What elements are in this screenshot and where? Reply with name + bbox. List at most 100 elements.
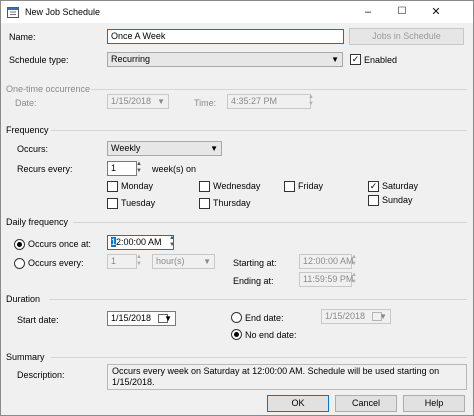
starting-at-spinner[interactable]: ▲ ▼ — [349, 254, 359, 269]
no-end-date-radio[interactable] — [231, 329, 242, 340]
occurs-every-spinner[interactable]: ▲ ▼ — [134, 254, 144, 269]
schedule-type-value: Recurring — [111, 54, 151, 64]
friday-label: Friday — [298, 181, 324, 191]
start-date-label: Start date: — [17, 315, 59, 325]
one-time-date-picker[interactable]: 1/15/2018 ▼ — [107, 94, 169, 109]
occurs-every-unit-value: hour(s) — [156, 256, 185, 266]
one-time-date-value: 1/15/2018 — [111, 96, 152, 106]
friday-checkbox[interactable] — [284, 181, 295, 192]
spin-down-icon: ▼ — [308, 101, 314, 107]
divider — [51, 357, 467, 358]
close-button[interactable]: ✕ — [421, 1, 451, 23]
occurs-once-spinner[interactable]: ▲ ▼ — [167, 235, 177, 250]
wednesday-label: Wednesday — [213, 181, 261, 191]
monday-label: Monday — [121, 181, 154, 191]
one-time-occurrence-heading: One-time occurrence — [6, 84, 91, 94]
thursday-checkbox[interactable] — [199, 198, 210, 209]
sunday-label: Sunday — [382, 195, 413, 205]
cancel-button[interactable]: Cancel — [335, 395, 397, 412]
jobs-in-schedule-button[interactable]: Jobs in Schedule — [349, 28, 464, 45]
starting-at-label: Starting at: — [233, 258, 277, 268]
start-date-picker[interactable]: 1/15/2018 ▼ — [107, 311, 176, 326]
enabled-checkbox[interactable]: ✓ — [350, 54, 361, 65]
occurs-every-unit-select[interactable]: hour(s) ▼ — [152, 254, 215, 269]
one-time-time-value: 4:35:27 PM — [231, 96, 278, 106]
occurs-every-input[interactable]: 1 — [107, 254, 137, 269]
one-time-time-input[interactable]: 4:35:27 PM — [227, 94, 311, 109]
occurs-once-label: Occurs once at: — [28, 239, 92, 249]
duration-heading: Duration — [6, 294, 41, 304]
occurs-value: Weekly — [111, 143, 141, 153]
description-label: Description: — [17, 370, 65, 380]
enabled-label: Enabled — [364, 55, 398, 65]
window-title: New Job Schedule — [25, 7, 101, 17]
help-button[interactable]: Help — [403, 395, 465, 412]
spin-up-icon: ▲ — [136, 161, 142, 167]
spin-down-icon: ▼ — [136, 261, 142, 267]
occurs-every-label: Occurs every: — [28, 258, 84, 268]
wednesday-checkbox[interactable] — [199, 181, 210, 192]
chevron-down-icon: ▼ — [379, 312, 387, 321]
sunday-checkbox[interactable] — [368, 195, 379, 206]
name-input[interactable]: Once A Week — [107, 29, 344, 44]
frequency-heading: Frequency — [6, 125, 49, 135]
one-time-time-spinner[interactable]: ▲ ▼ — [306, 94, 316, 109]
occurs-every-value: 1 — [111, 256, 117, 266]
starting-at-value: 12:00:00 AM — [303, 256, 354, 266]
chevron-down-icon: ▼ — [331, 55, 339, 64]
starting-at-input[interactable]: 12:00:00 AM — [299, 254, 354, 269]
spin-up-icon: ▲ — [169, 235, 175, 241]
thursday-label: Thursday — [213, 198, 251, 208]
occurs-once-radio[interactable] — [14, 239, 25, 250]
radio-selected-dot — [234, 332, 239, 337]
occurs-every-radio[interactable] — [14, 258, 25, 269]
schedule-type-select[interactable]: Recurring ▼ — [107, 52, 343, 67]
one-time-time-label: Time: — [194, 98, 217, 108]
saturday-checkbox[interactable]: ✓ — [368, 181, 379, 192]
divider — [91, 89, 467, 90]
divider — [51, 130, 467, 131]
saturday-label: Saturday — [382, 181, 419, 191]
radio-selected-dot — [17, 242, 22, 247]
chevron-down-icon: ▼ — [210, 144, 218, 153]
ending-at-input[interactable]: 11:59:59 PM — [299, 272, 354, 287]
occurs-once-time-input[interactable]: 12:00:00 AM — [107, 235, 174, 250]
monday-checkbox[interactable] — [107, 181, 118, 192]
occurs-select[interactable]: Weekly ▼ — [107, 141, 222, 156]
chevron-down-icon: ▼ — [203, 257, 211, 266]
chevron-down-icon: ▼ — [164, 314, 172, 323]
recurs-every-input[interactable]: 1 — [107, 161, 137, 176]
tuesday-label: Tuesday — [121, 198, 156, 208]
end-date-radio[interactable] — [231, 312, 242, 323]
ending-at-value: 11:59:59 PM — [303, 274, 354, 284]
maximize-button[interactable]: ☐ — [387, 1, 417, 23]
summary-heading: Summary — [6, 352, 45, 362]
spin-down-icon: ▼ — [351, 261, 357, 267]
title-bar[interactable]: New Job Schedule – ☐ ✕ — [1, 1, 473, 23]
minimize-button[interactable]: – — [353, 1, 383, 23]
tuesday-checkbox[interactable] — [107, 198, 118, 209]
ok-button[interactable]: OK — [267, 395, 329, 412]
start-date-value: 1/15/2018 — [111, 313, 152, 323]
name-label: Name: — [9, 32, 36, 42]
spin-up-icon: ▲ — [136, 254, 142, 260]
schedule-app-icon — [7, 7, 19, 18]
recurs-every-value: 1 — [111, 163, 117, 173]
job-schedule-window: New Job Schedule – ☐ ✕ Name: Once A Week… — [0, 0, 474, 416]
schedule-type-label: Schedule type: — [9, 55, 69, 65]
divider — [49, 299, 467, 300]
ending-at-spinner[interactable]: ▲ ▼ — [349, 272, 359, 287]
recurs-every-spinner[interactable]: ▲ ▼ — [134, 161, 144, 176]
recurs-unit-label: week(s) on — [152, 164, 197, 174]
end-date-value: 1/15/2018 — [325, 311, 366, 321]
spin-down-icon: ▼ — [351, 279, 357, 285]
end-date-label: End date: — [245, 313, 284, 323]
spin-up-icon: ▲ — [308, 94, 314, 100]
one-time-date-label: Date: — [15, 98, 37, 108]
occurs-label: Occurs: — [17, 144, 49, 154]
end-date-picker[interactable]: 1/15/2018 ▼ — [321, 309, 391, 324]
chevron-down-icon: ▼ — [157, 97, 165, 106]
description-text: Occurs every week on Saturday at 12:00:0… — [107, 364, 467, 390]
spin-up-icon: ▲ — [351, 272, 357, 278]
spin-down-icon: ▼ — [136, 168, 142, 174]
